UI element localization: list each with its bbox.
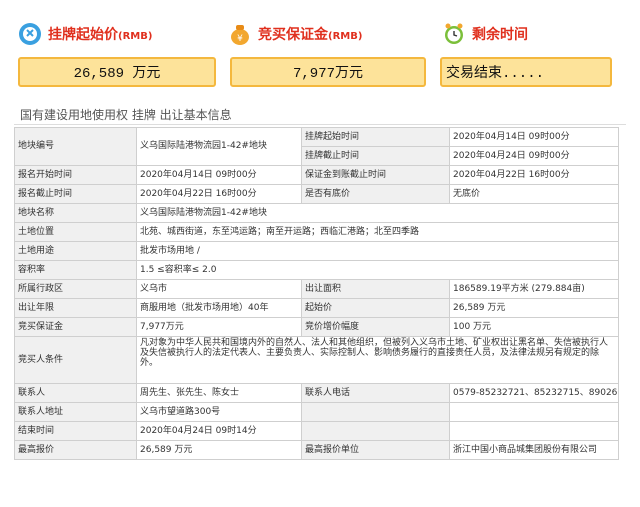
table-row: 结束时间 2020年04月24日 09时14分 [14,421,619,441]
table-row: 报名开始时间 2020年04月14日 09时00分 保证金到账截止时间 2020… [14,165,619,185]
deposit-value: 7,977万元 [230,57,426,87]
price-tag-icon [18,22,42,46]
deposit-label: 竞买保证金(RMB) [258,27,363,43]
highest-bid-value: 26,589 万元 [136,440,302,460]
table-row: 所属行政区 义乌市 出让面积 186589.19平方米 (279.884亩) [14,279,619,299]
contact-phone-value: 0579-85232721、85232715、89026051 [449,383,619,403]
listing-start-key: 挂牌起始时间 [301,127,450,147]
starting-price-label: 挂牌起始价(RMB) [48,27,153,43]
remaining-time-label: 剩余时间 [472,27,528,43]
table-row: 报名截止时间 2020年04月22日 16时00分 是否有底价 无底价 [14,184,619,204]
deposit-header: ¥ 竞买保证金(RMB) [228,20,362,48]
bid-deposit-value: 7,977万元 [136,317,302,337]
remaining-time-value: 交易结束..... [440,57,612,87]
section-title: 国有建设用地使用权 挂牌 出让基本信息 [20,108,232,122]
section-divider [14,124,626,125]
parcel-number-key: 地块编号 [14,127,137,166]
land-info-table: 地块编号 义乌国际陆港物流园1-42#地块 挂牌起始时间 2020年04月14日… [14,127,619,460]
land-location-key: 土地位置 [14,222,137,242]
listing-end-value: 2020年04月24日 09时00分 [449,146,619,166]
parcel-name-key: 地块名称 [14,203,137,223]
contact-address-key: 联系人地址 [14,402,137,422]
area-key: 出让面积 [301,279,450,299]
parcel-number-value: 义乌国际陆港物流园1-42#地块 [136,127,302,166]
table-row: 联系人地址 义乌市望道路300号 [14,402,619,422]
area-value: 186589.19平方米 (279.884亩) [449,279,619,299]
plot-ratio-key: 容积率 [14,260,137,280]
contact-key: 联系人 [14,383,137,403]
increment-key: 竞价增价幅度 [301,317,450,337]
table-row: 竞买保证金 7,977万元 竞价增价幅度 100 万元 [14,317,619,337]
table-row: 土地用途 批发市场用地 / [14,241,619,261]
signup-start-value: 2020年04月14日 09时00分 [136,165,302,185]
start-price-key: 起始价 [301,298,450,318]
signup-start-key: 报名开始时间 [14,165,137,185]
signup-end-value: 2020年04月22日 16时00分 [136,184,302,204]
table-row: 最高报价 26,589 万元 最高报价单位 浙江中国小商品城集团股份有限公司 [14,440,619,460]
term-value: 商服用地（批发市场用地）40年 [136,298,302,318]
plot-ratio-value: 1.5 ≤容积率≤ 2.0 [136,260,619,280]
term-key: 出让年限 [14,298,137,318]
table-row: 容积率 1.5 ≤容积率≤ 2.0 [14,260,619,280]
end-time-key: 结束时间 [14,421,137,441]
table-row: 地块名称 义乌国际陆港物流园1-42#地块 [14,203,619,223]
listing-start-value: 2020年04月14日 09时00分 [449,127,619,147]
increment-value: 100 万元 [449,317,619,337]
highest-bid-key: 最高报价 [14,440,137,460]
reserve-price-key: 是否有底价 [301,184,450,204]
bidder-conditions-key: 竞买人条件 [14,336,137,384]
parcel-name-value: 义乌国际陆港物流园1-42#地块 [136,203,619,223]
alarm-clock-icon [442,22,466,46]
start-price-value: 26,589 万元 [449,298,619,318]
table-row: 地块编号 义乌国际陆港物流园1-42#地块 挂牌起始时间 2020年04月14日… [14,127,619,166]
listing-end-key: 挂牌截止时间 [301,146,450,166]
highest-bidder-key: 最高报价单位 [301,440,450,460]
signup-end-key: 报名截止时间 [14,184,137,204]
end-time-value: 2020年04月24日 09时14分 [136,421,302,441]
bidder-conditions-value: 凡对象为中华人民共和国境内外的自然人、法人和其他组织，但被列入义乌市土地、矿业权… [136,336,619,384]
bid-deposit-key: 竞买保证金 [14,317,137,337]
land-use-key: 土地用途 [14,241,137,261]
starting-price-header: 挂牌起始价(RMB) [18,20,152,48]
land-use-value: 批发市场用地 / [136,241,619,261]
district-value: 义乌市 [136,279,302,299]
land-location-value: 北苑、城西街道，东至鸿运路；南至开运路；西临汇港路；北至四季路 [136,222,619,242]
district-key: 所属行政区 [14,279,137,299]
highest-bidder-value: 浙江中国小商品城集团股份有限公司 [449,440,619,460]
deposit-deadline-value: 2020年04月22日 16时00分 [449,165,619,185]
table-row: 出让年限 商服用地（批发市场用地）40年 起始价 26,589 万元 [14,298,619,318]
table-row: 联系人 周先生、张先生、陈女士 联系人电话 0579-85232721、8523… [14,383,619,403]
deposit-deadline-key: 保证金到账截止时间 [301,165,450,185]
money-bag-icon: ¥ [228,22,252,46]
contact-address-value: 义乌市望道路300号 [136,402,302,422]
table-row: 土地位置 北苑、城西街道，东至鸿运路；南至开运路；西临汇港路；北至四季路 [14,222,619,242]
contact-phone-key: 联系人电话 [301,383,450,403]
table-row: 竞买人条件 凡对象为中华人民共和国境内外的自然人、法人和其他组织，但被列入义乌市… [14,336,619,384]
remaining-time-header: 剩余时间 [442,20,528,48]
starting-price-value: 26,589 万元 [18,57,216,87]
svg-text:¥: ¥ [237,34,243,44]
reserve-price-value: 无底价 [449,184,619,204]
contact-value: 周先生、张先生、陈女士 [136,383,302,403]
